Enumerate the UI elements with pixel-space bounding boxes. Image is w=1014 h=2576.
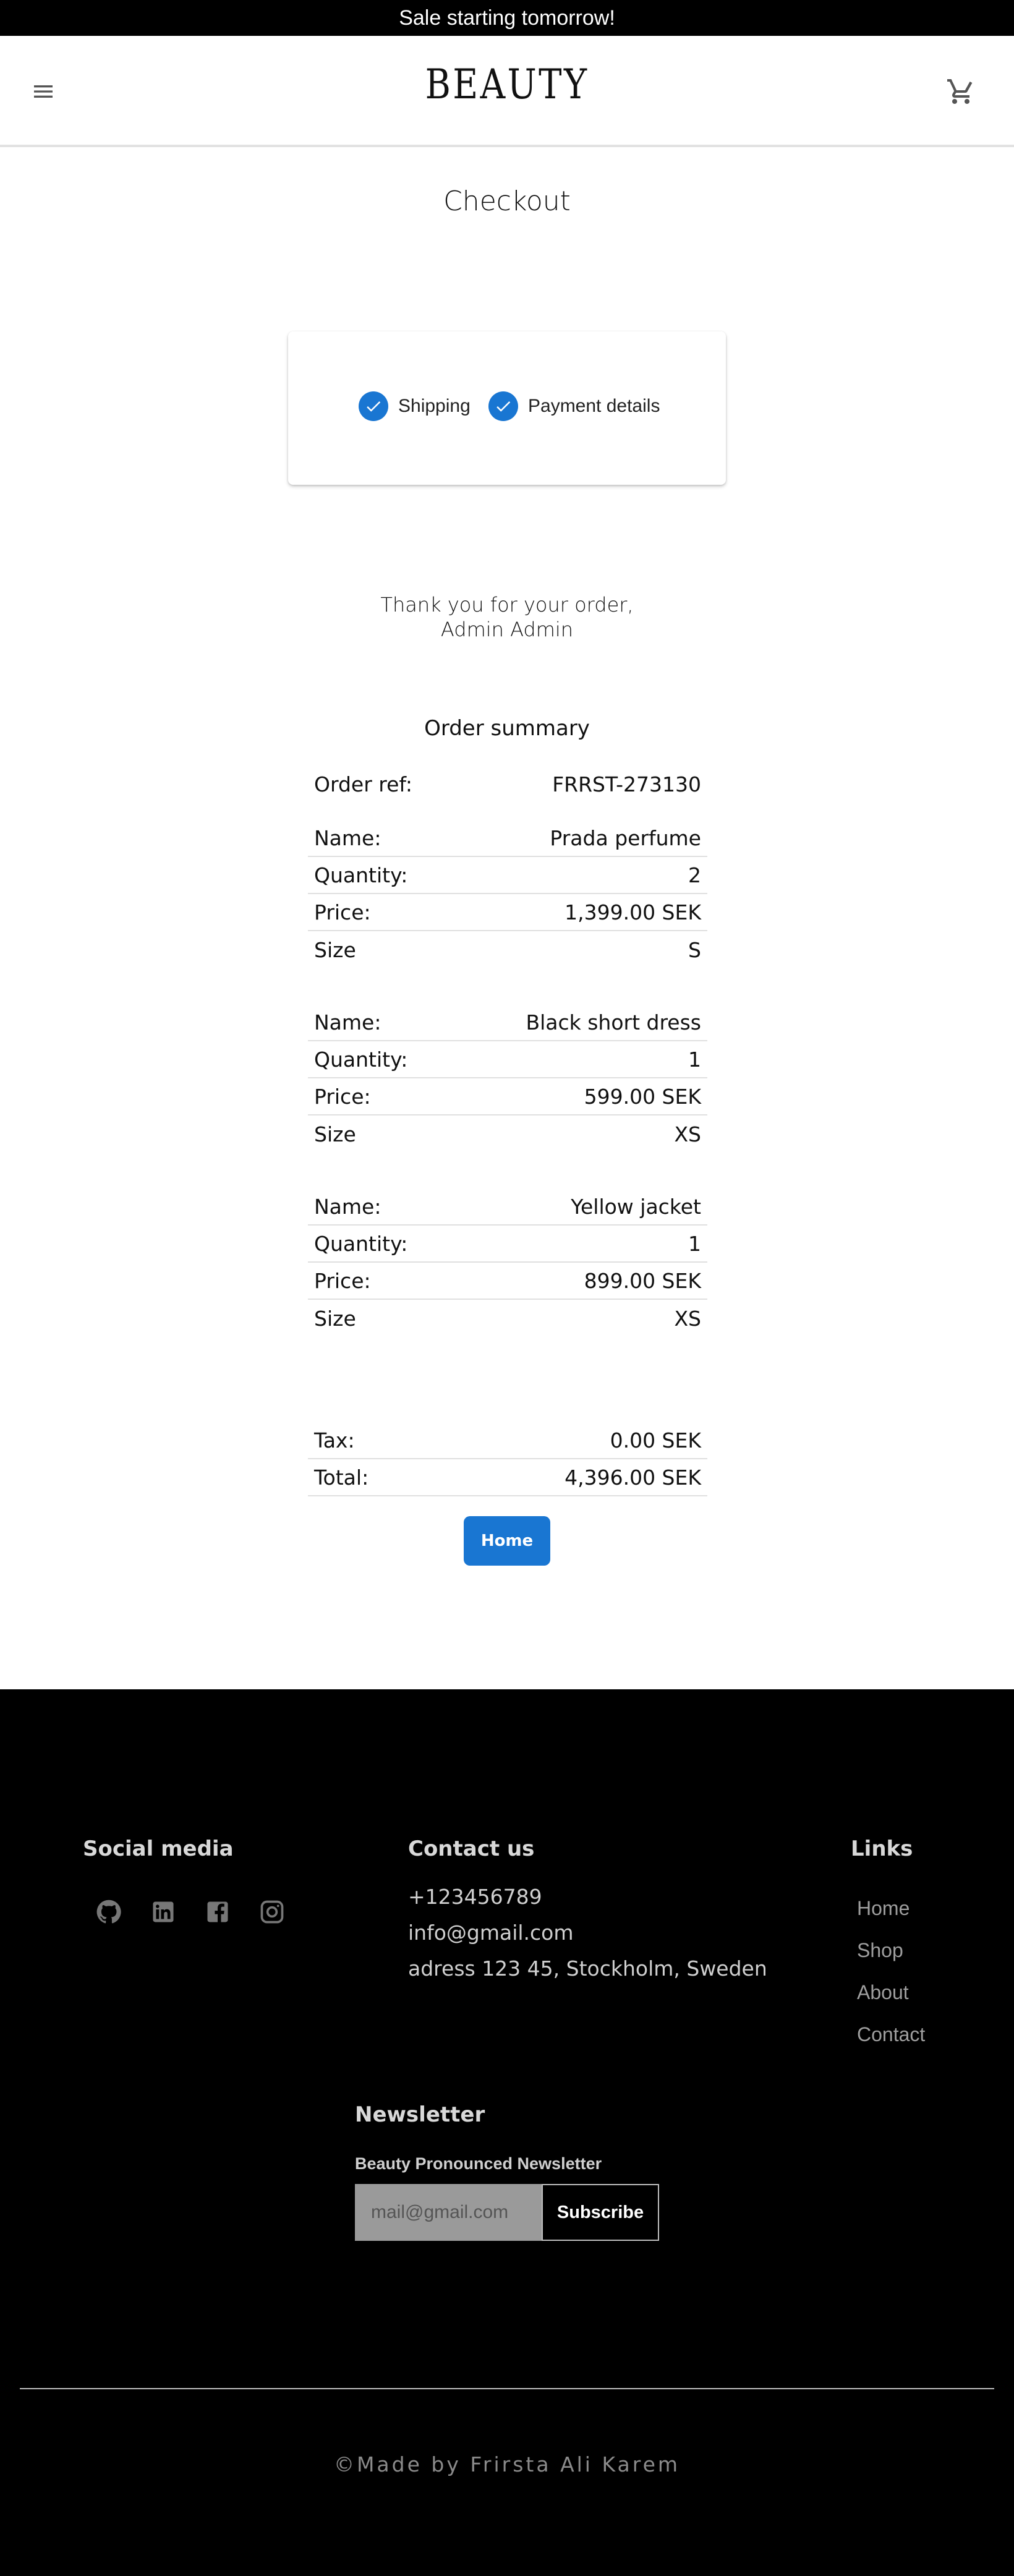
row-label: Total:	[314, 1465, 369, 1490]
links-heading: Links	[851, 1836, 913, 1861]
item-size: XS	[674, 1306, 701, 1331]
item-price-row: Price: 1,399.00 SEK	[308, 894, 707, 931]
item-quantity: 1	[688, 1047, 701, 1072]
contact-phone: +123456789	[408, 1885, 542, 1909]
tax-value: 0.00 SEK	[610, 1428, 701, 1452]
row-label: Tax:	[314, 1428, 355, 1452]
instagram-icon[interactable]	[258, 1898, 286, 1926]
contact-email: info@gmail.com	[408, 1921, 574, 1945]
check-icon	[359, 391, 388, 421]
item-price-row: Price: 899.00 SEK	[308, 1263, 707, 1300]
footer-divider	[20, 2388, 994, 2389]
linkedin-icon[interactable]	[150, 1898, 177, 1926]
announcement-bar: Sale starting tomorrow!	[0, 0, 1014, 36]
row-label: Order ref:	[314, 772, 412, 796]
step-payment-details: Payment details	[488, 391, 660, 422]
item-quantity-row: Quantity: 1	[308, 1041, 707, 1078]
row-label: Price:	[314, 1268, 371, 1293]
item-size-row: Size XS	[308, 1300, 707, 1337]
row-label: Price:	[314, 900, 371, 924]
item-quantity: 1	[688, 1231, 701, 1256]
page-title: Checkout	[443, 186, 571, 217]
step-label: Shipping	[398, 396, 471, 416]
row-label: Size	[314, 1306, 356, 1331]
site-header: BEAUTY	[0, 36, 1014, 147]
total-value: 4,396.00 SEK	[565, 1465, 701, 1490]
item-size: XS	[674, 1122, 701, 1146]
row-label: Size	[314, 1122, 356, 1146]
step-label: Payment details	[528, 396, 660, 416]
thank-you-line: Thank you for your order,	[380, 593, 634, 616]
item-quantity: 2	[688, 863, 701, 887]
item-price: 1,399.00 SEK	[565, 900, 701, 924]
row-label: Name:	[314, 1194, 381, 1219]
item-name: Yellow jacket	[571, 1194, 701, 1219]
row-label: Name:	[314, 1010, 381, 1034]
item-price-row: Price: 599.00 SEK	[308, 1078, 707, 1115]
site-footer: Social media Contact us +123456789 info@…	[0, 1689, 1014, 2576]
order-ref-row: Order ref: FRRST-273130	[308, 766, 707, 803]
hamburger-menu-icon[interactable]	[31, 79, 56, 104]
item-price: 899.00 SEK	[584, 1268, 701, 1293]
item-name-row: Name: Black short dress	[308, 1004, 707, 1041]
row-label: Size	[314, 937, 356, 962]
thank-you-message: Thank you for your order, Admin Admin	[0, 592, 1014, 642]
item-name: Prada perfume	[550, 825, 701, 850]
item-name: Black short dress	[526, 1010, 701, 1034]
facebook-icon[interactable]	[204, 1898, 231, 1926]
tax-row: Tax: 0.00 SEK	[308, 1422, 707, 1459]
check-icon	[488, 391, 518, 421]
item-quantity-row: Quantity: 1	[308, 1226, 707, 1263]
contact-us-heading: Contact us	[408, 1836, 535, 1861]
announcement-text: Sale starting tomorrow!	[399, 6, 615, 30]
newsletter-heading: Newsletter	[355, 2102, 485, 2127]
footer-link-shop[interactable]: Shop	[857, 1939, 903, 1962]
row-label: Price:	[314, 1084, 371, 1109]
row-label: Quantity:	[314, 1047, 408, 1072]
checkout-stepper: Shipping Payment details	[288, 331, 726, 485]
step-shipping: Shipping	[359, 391, 471, 422]
row-label: Quantity:	[314, 1231, 408, 1256]
newsletter-email-input[interactable]	[355, 2184, 542, 2241]
home-button[interactable]: Home	[464, 1516, 550, 1566]
footer-link-contact[interactable]: Contact	[857, 2023, 925, 2046]
order-ref-value: FRRST-273130	[552, 772, 701, 796]
customer-name: Admin Admin	[440, 618, 574, 641]
total-row: Total: 4,396.00 SEK	[308, 1459, 707, 1496]
social-media-heading: Social media	[83, 1836, 234, 1861]
subscribe-button[interactable]: Subscribe	[542, 2184, 659, 2241]
github-icon[interactable]	[95, 1898, 122, 1926]
newsletter-subtitle: Beauty Pronounced Newsletter	[355, 2154, 602, 2173]
site-logo[interactable]: BEAUTY	[76, 61, 938, 108]
item-size: S	[688, 937, 701, 962]
item-price: 599.00 SEK	[584, 1084, 701, 1109]
item-size-row: Size XS	[308, 1115, 707, 1153]
shopping-cart-icon[interactable]	[946, 77, 976, 106]
row-label: Quantity:	[314, 863, 408, 887]
item-name-row: Name: Prada perfume	[308, 820, 707, 857]
footer-link-home[interactable]: Home	[857, 1897, 910, 1920]
contact-address: adress 123 45, Stockholm, Sweden	[408, 1956, 767, 1981]
item-size-row: Size S	[308, 931, 707, 968]
footer-link-about[interactable]: About	[857, 1981, 909, 2004]
row-label: Name:	[314, 825, 381, 850]
item-quantity-row: Quantity: 2	[308, 857, 707, 894]
copyright-text: ©Made by Frirsta Ali Karem	[333, 2452, 681, 2476]
item-name-row: Name: Yellow jacket	[308, 1188, 707, 1226]
order-summary-title: Order summary	[424, 716, 590, 741]
